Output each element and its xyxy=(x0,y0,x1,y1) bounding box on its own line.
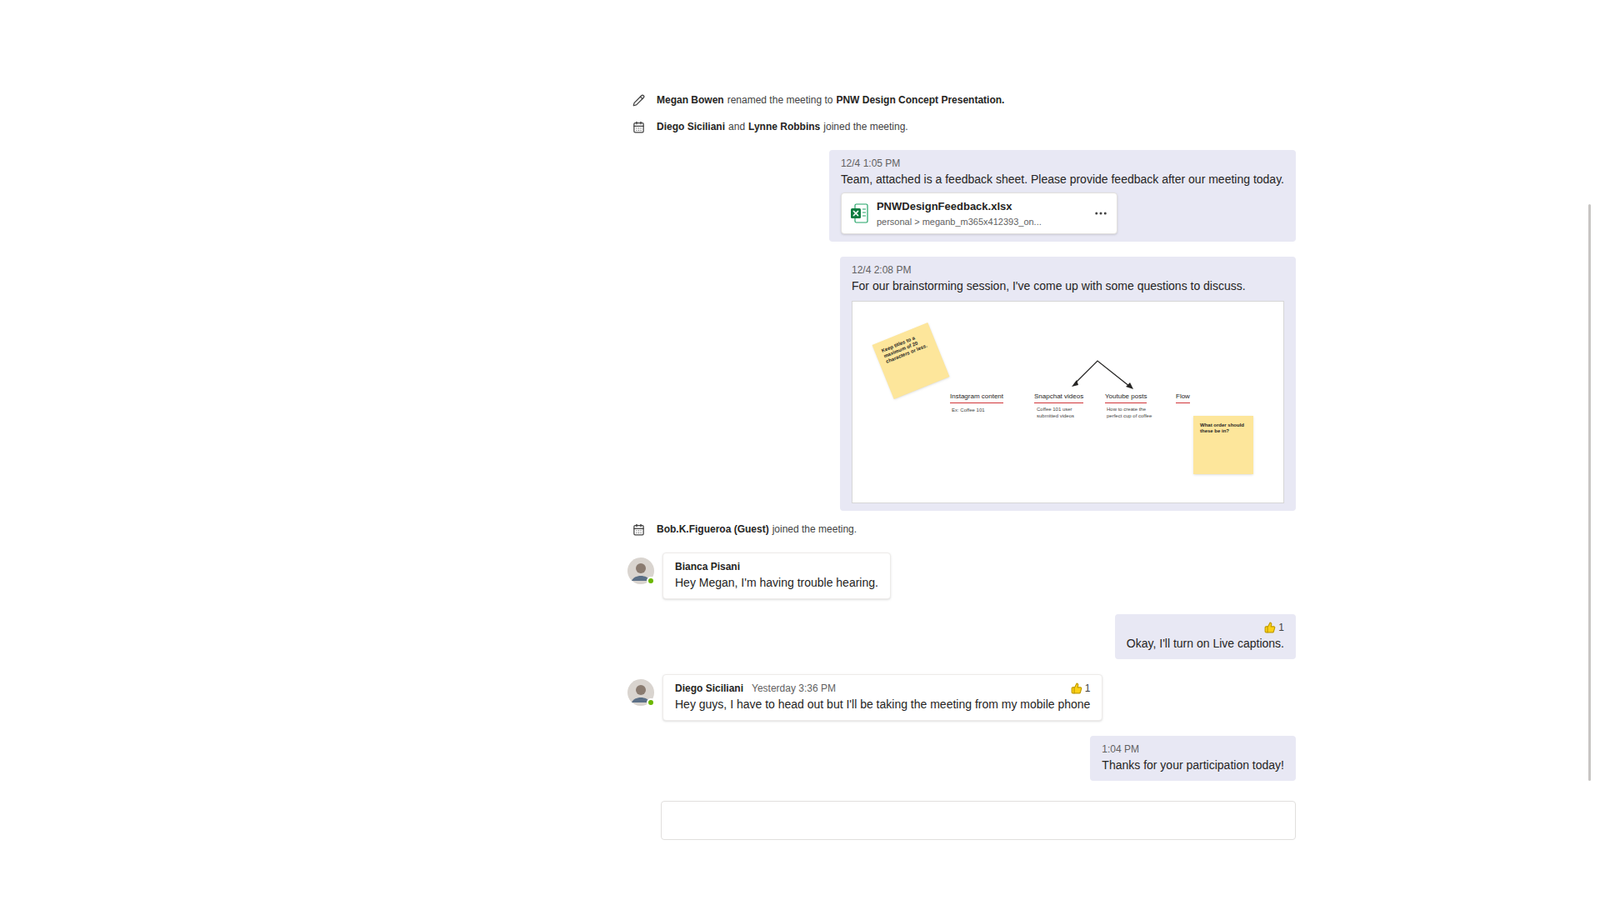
message-text: Thanks for your participation today! xyxy=(1101,756,1285,774)
author-name: Bianca Pisani xyxy=(675,559,740,575)
file-name: PNWDesignFeedback.xlsx xyxy=(876,198,1085,215)
sticky-text: What order should these be in? xyxy=(1200,422,1247,435)
other-message: Bianca PisaniHey Megan, I'm having troub… xyxy=(627,552,1296,600)
thumbs-up-icon xyxy=(1070,682,1083,695)
message-time: 12/4 2:08 PM xyxy=(851,262,911,278)
file-card[interactable]: PNWDesignFeedback.xlsxpersonal > meganb_… xyxy=(840,192,1118,235)
board-heading: Flow xyxy=(1175,391,1190,404)
excel-icon xyxy=(850,203,869,224)
board-heading: Youtube posts xyxy=(1105,391,1147,404)
sticky-note[interactable]: What order should these be in? xyxy=(1193,415,1254,475)
board-heading: Snapchat videos xyxy=(1034,391,1084,404)
system-message: Bob.K.Figueroa (Guest)joined the meeting… xyxy=(627,520,1296,538)
message-text: Hey Megan, I'm having trouble hearing. xyxy=(675,574,879,591)
system-message: Megan Bowenrenamed the meeting toPNW Des… xyxy=(627,91,1296,109)
message-time: 12/4 1:05 PM xyxy=(840,155,900,171)
own-message: 1:04 PMThanks for your participation tod… xyxy=(1090,735,1296,781)
message-time: Yesterday 3:36 PM xyxy=(751,680,836,696)
reaction-count: 1 xyxy=(1085,680,1091,696)
pencil-icon xyxy=(632,94,645,107)
more-icon[interactable] xyxy=(1093,205,1109,221)
system-text: PNW Design Concept Presentation. xyxy=(835,92,1005,108)
message-time: 1:04 PM xyxy=(1101,741,1140,757)
board-caption: Coffee 101 user submitted videos xyxy=(1036,406,1092,420)
system-text: Lynne Robbins xyxy=(748,119,820,135)
system-text: and xyxy=(728,119,745,135)
whiteboard[interactable]: Keep titles to a maximum of 20 character… xyxy=(851,300,1285,504)
reaction-count: 1 xyxy=(1278,620,1285,635)
system-text: Megan Bowen xyxy=(656,92,725,108)
system-text: joined the meeting. xyxy=(772,521,857,537)
compose-box[interactable] xyxy=(660,800,1296,840)
board-heading: Instagram content xyxy=(950,391,1004,404)
board-caption: Ex: Coffee 101 xyxy=(951,407,1007,415)
message-text: For our brainstorming session, I've come… xyxy=(851,277,1285,295)
calendar-icon xyxy=(632,120,645,134)
presence-dot xyxy=(646,698,655,707)
system-text: renamed the meeting to xyxy=(727,92,834,108)
avatar[interactable] xyxy=(627,557,655,585)
arrow-icon xyxy=(1069,355,1136,392)
thumbs-up-icon xyxy=(1264,621,1276,634)
reaction[interactable]: 1 xyxy=(1070,680,1091,696)
own-message: 12/4 1:05 PMTeam, attached is a feedback… xyxy=(829,150,1296,242)
file-path: personal > meganb_m365x412393_on... xyxy=(876,215,1085,230)
own-message: 12/4 2:08 PMFor our brainstorming sessio… xyxy=(840,256,1296,511)
other-message: Diego Siciliani Yesterday 3:36 PM 1Hey guy… xyxy=(627,674,1296,721)
system-text: Diego Siciliani xyxy=(656,119,725,135)
presence-dot xyxy=(646,576,655,585)
message-bubble: Diego Siciliani Yesterday 3:36 PM 1Hey guy… xyxy=(662,674,1103,721)
avatar[interactable] xyxy=(627,679,655,706)
system-text: joined the meeting. xyxy=(823,119,908,135)
own-message: 1Okay, I'll turn on Live captions. xyxy=(1115,614,1296,660)
app: Megan Bowenrenamed the meeting toPNW Des… xyxy=(0,0,1600,900)
board-caption: How to create the perfect cup of coffee xyxy=(1106,406,1162,420)
message-text: Okay, I'll turn on Live captions. xyxy=(1126,635,1285,652)
sticky-text: Keep titles to a maximum of 20 character… xyxy=(880,330,931,365)
chat-column: Megan Bowenrenamed the meeting toPNW Des… xyxy=(627,0,1296,900)
scrollbar[interactable] xyxy=(1588,204,1591,781)
reaction[interactable]: 1 xyxy=(1264,620,1285,635)
author-name: Diego Siciliani xyxy=(675,680,744,696)
sticky-note[interactable]: Keep titles to a maximum of 20 character… xyxy=(872,322,950,400)
calendar-icon xyxy=(632,523,645,536)
message-text: Hey guys, I have to head out but I'll be… xyxy=(675,695,1090,713)
message-bubble: Bianca PisaniHey Megan, I'm having troub… xyxy=(662,552,891,600)
message-text: Team, attached is a feedback sheet. Plea… xyxy=(840,170,1285,188)
system-text: Bob.K.Figueroa (Guest) xyxy=(656,521,770,537)
system-message: Diego SicilianiandLynne Robbinsjoined th… xyxy=(627,118,1296,135)
